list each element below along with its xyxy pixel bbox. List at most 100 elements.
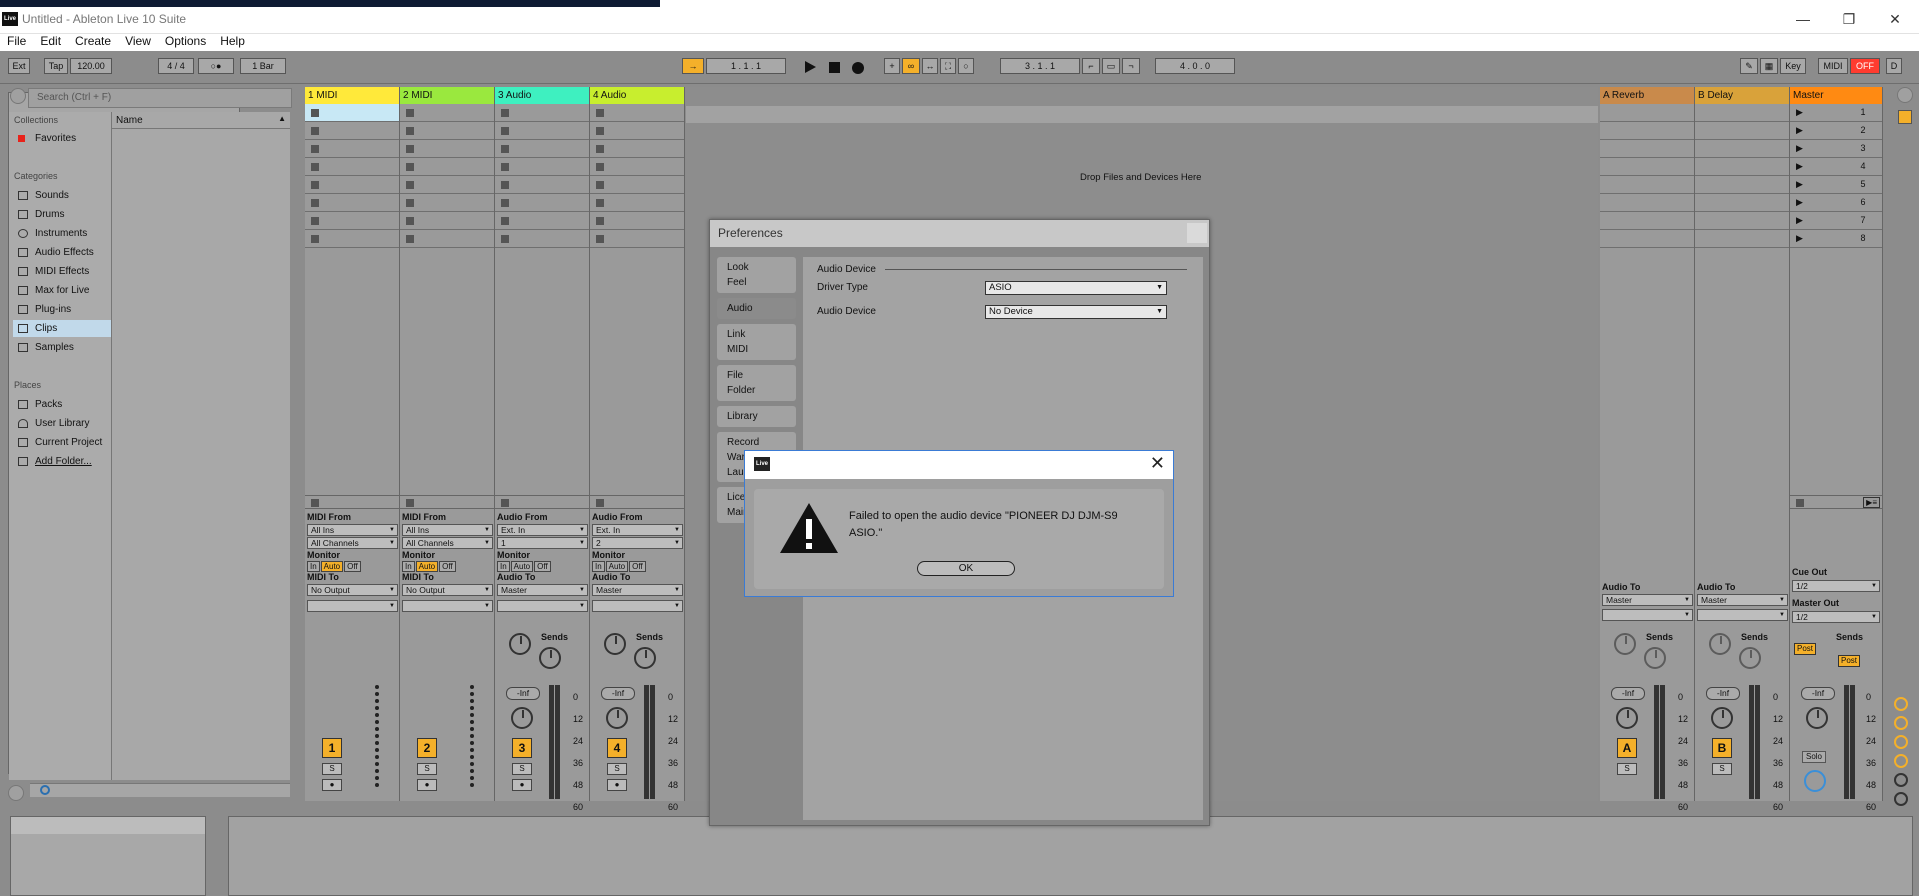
menu-options[interactable]: Options xyxy=(158,34,213,48)
output-select[interactable]: Master xyxy=(1697,594,1788,606)
output-select[interactable]: Master xyxy=(1602,594,1693,606)
stop-button-icon[interactable] xyxy=(596,199,604,207)
re-enable-automation-icon[interactable]: ↔ xyxy=(922,58,938,74)
driver-type-select[interactable]: ASIO xyxy=(985,281,1167,295)
punch-out-icon[interactable]: ¬ xyxy=(1122,58,1140,74)
menu-help[interactable]: Help xyxy=(213,34,252,48)
loop-switch-icon[interactable]: ▭ xyxy=(1102,58,1120,74)
midi-map-button[interactable]: MIDI xyxy=(1818,58,1848,74)
stop-button-icon[interactable] xyxy=(311,163,319,171)
menu-view[interactable]: View xyxy=(118,34,158,48)
stop-button-icon[interactable] xyxy=(501,127,509,135)
sidebar-item-audio-effects[interactable]: Audio Effects xyxy=(13,244,111,261)
scene-launch-icon[interactable]: ▶ xyxy=(1796,161,1803,172)
sidebar-item-drums[interactable]: Drums xyxy=(13,206,111,223)
clip-slot[interactable] xyxy=(305,194,399,212)
return-track-header[interactable]: B Delay xyxy=(1695,87,1789,104)
arm-button[interactable]: ● xyxy=(322,779,342,791)
sidebar-item-midi-effects[interactable]: MIDI Effects xyxy=(13,263,111,280)
sort-arrow-icon[interactable]: ▲ xyxy=(278,114,286,123)
input-type-select[interactable]: Ext. In xyxy=(592,524,683,536)
sidebar-item-packs[interactable]: Packs xyxy=(13,396,111,413)
stop-button-icon[interactable] xyxy=(596,235,604,243)
time-signature-field[interactable]: 4 / 4 xyxy=(158,58,194,74)
output-channel-select[interactable] xyxy=(497,600,588,612)
stop-button-icon[interactable] xyxy=(406,145,414,153)
stop-button-icon[interactable] xyxy=(596,127,604,135)
monitor-in-button[interactable]: In xyxy=(497,561,510,572)
input-channel-select[interactable]: 2 xyxy=(592,537,683,549)
scene-launch-icon[interactable]: ▶ xyxy=(1796,107,1803,118)
mixer-toggle-icon[interactable] xyxy=(1894,754,1908,768)
clip-slot[interactable] xyxy=(305,212,399,230)
send-a-knob[interactable] xyxy=(509,633,531,655)
stop-icon[interactable] xyxy=(829,62,840,73)
scene-launch-icon[interactable]: ▶ xyxy=(1796,179,1803,190)
arm-button[interactable]: ● xyxy=(417,779,437,791)
clip-slot[interactable] xyxy=(305,140,399,158)
output-select[interactable]: Master xyxy=(497,584,588,596)
monitor-off-button[interactable]: Off xyxy=(344,561,361,572)
monitor-auto-button[interactable]: Auto xyxy=(605,561,629,572)
track-header[interactable]: 3 Audio xyxy=(495,87,589,104)
monitor-off-button[interactable]: Off xyxy=(629,561,646,572)
track-stop-icon[interactable] xyxy=(596,499,604,507)
clip-slot[interactable] xyxy=(590,140,684,158)
arm-button[interactable]: ● xyxy=(512,779,532,791)
send-b-knob[interactable] xyxy=(634,647,656,669)
pan-knob[interactable] xyxy=(511,707,533,729)
scene-launch-icon[interactable]: ▶ xyxy=(1796,197,1803,208)
sidebar-item-sounds[interactable]: Sounds xyxy=(13,187,111,204)
stop-button-icon[interactable] xyxy=(501,145,509,153)
monitor-auto-button[interactable]: Auto xyxy=(320,561,344,572)
clip-slot[interactable] xyxy=(400,194,494,212)
stop-button-icon[interactable] xyxy=(311,199,319,207)
clip-slot[interactable] xyxy=(305,176,399,194)
solo-cue-button[interactable]: Solo xyxy=(1802,751,1826,763)
clip-slot[interactable] xyxy=(495,122,589,140)
session-record-icon[interactable]: ○ xyxy=(958,58,974,74)
arrangement-position-field[interactable]: 1 . 1 . 1 xyxy=(706,58,786,74)
monitor-in-button[interactable]: In xyxy=(402,561,415,572)
menu-edit[interactable]: Edit xyxy=(33,34,68,48)
sidebar-item-plug-ins[interactable]: Plug-ins xyxy=(13,301,111,318)
return-activator-button[interactable]: B xyxy=(1712,738,1732,758)
preferences-close-button[interactable] xyxy=(1187,223,1207,243)
post-button-a[interactable]: Post xyxy=(1794,643,1816,655)
scene-launch-slot[interactable]: ▶ 5 xyxy=(1790,176,1882,194)
cue-out-select[interactable]: 1/2 xyxy=(1792,580,1880,592)
overdub-icon[interactable]: + xyxy=(884,58,900,74)
computer-midi-keyboard-icon[interactable]: ▦ xyxy=(1760,58,1778,74)
clip-slot[interactable] xyxy=(495,194,589,212)
monitor-off-button[interactable]: Off xyxy=(534,561,551,572)
monitor-in-button[interactable]: In xyxy=(307,561,320,572)
error-dialog-close-button[interactable]: ✕ xyxy=(1150,453,1165,474)
stop-button-icon[interactable] xyxy=(406,199,414,207)
track-activator-button[interactable]: 1 xyxy=(322,738,342,758)
session-view-icon[interactable] xyxy=(1898,110,1912,124)
pan-knob[interactable] xyxy=(1616,707,1638,729)
output-select[interactable]: No Output xyxy=(402,584,493,596)
sidebar-item-add-folder[interactable]: Add Folder... xyxy=(13,453,111,470)
stop-button-icon[interactable] xyxy=(501,181,509,189)
sidebar-item-clips[interactable]: Clips xyxy=(13,320,111,337)
scene-launch-slot[interactable]: ▶ 4 xyxy=(1790,158,1882,176)
stop-button-icon[interactable] xyxy=(311,127,319,135)
arm-button[interactable]: ● xyxy=(607,779,627,791)
input-type-select[interactable]: All Ins xyxy=(307,524,398,536)
clip-slot[interactable] xyxy=(590,176,684,194)
automation-arm-icon[interactable]: ∞ xyxy=(902,58,920,74)
record-icon[interactable] xyxy=(852,62,864,74)
post-button-b[interactable]: Post xyxy=(1838,655,1860,667)
stop-button-icon[interactable] xyxy=(406,235,414,243)
send-b-knob[interactable] xyxy=(539,647,561,669)
master-out-select[interactable]: 1/2 xyxy=(1792,611,1880,623)
stop-button-icon[interactable] xyxy=(501,199,509,207)
scene-launch-slot[interactable]: ▶ 7 xyxy=(1790,212,1882,230)
stop-button-icon[interactable] xyxy=(311,217,319,225)
send-a-knob[interactable] xyxy=(1709,633,1731,655)
track-header[interactable]: 2 MIDI xyxy=(400,87,494,104)
stop-button-icon[interactable] xyxy=(501,217,509,225)
output-channel-select[interactable] xyxy=(592,600,683,612)
input-type-select[interactable]: Ext. In xyxy=(497,524,588,536)
